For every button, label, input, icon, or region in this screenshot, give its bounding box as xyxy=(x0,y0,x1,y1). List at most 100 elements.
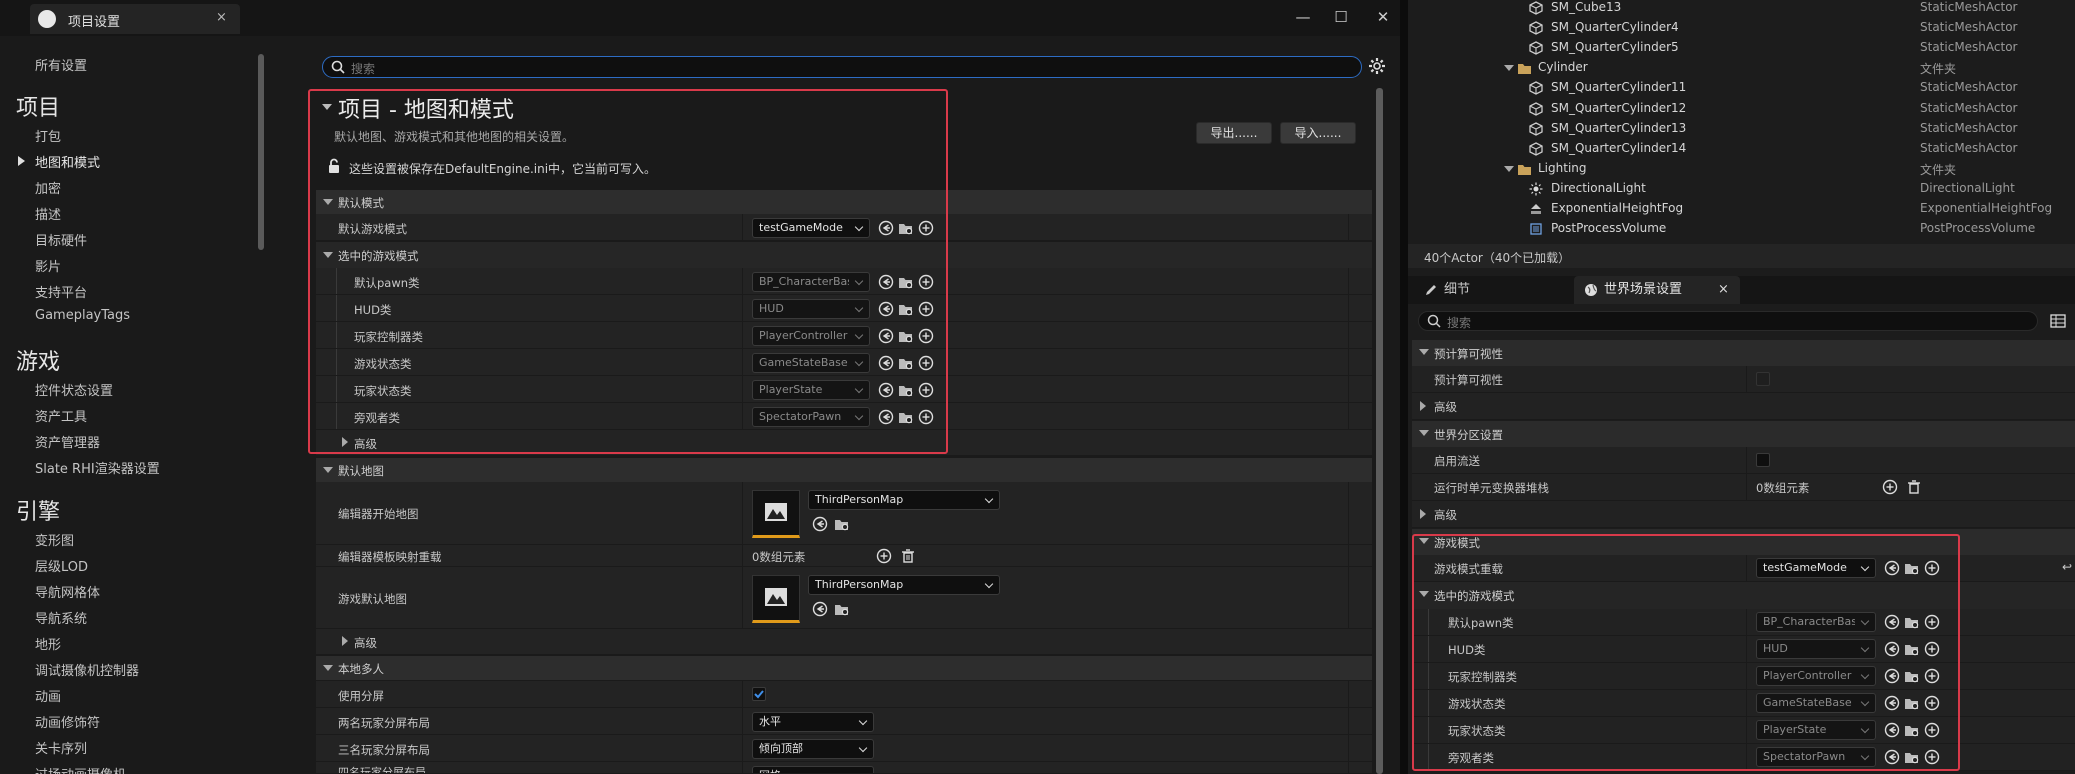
editor-startup-map-dropdown[interactable]: ThirdPersonMap xyxy=(808,490,1000,510)
subsection-selected-game-mode[interactable]: 选中的游戏模式 xyxy=(316,242,1372,268)
advanced-row[interactable]: 高级 xyxy=(316,629,1372,655)
maximize-button[interactable]: ☐ xyxy=(1326,6,1356,28)
use-selected-icon[interactable] xyxy=(1884,695,1900,711)
sidebar-item[interactable]: 地图和模式 xyxy=(35,152,100,171)
outliner-item[interactable]: SM_Cube13 StaticMeshActor xyxy=(1408,0,2075,18)
use-selected-icon[interactable] xyxy=(1884,668,1900,684)
sidebar-item[interactable]: 层级LOD xyxy=(35,556,88,575)
outliner-item[interactable]: SM_QuarterCylinder13 StaticMeshActor xyxy=(1408,119,2075,139)
browse-asset-icon[interactable] xyxy=(1904,749,1920,765)
use-selected-icon[interactable] xyxy=(878,382,894,398)
browse-asset-icon[interactable] xyxy=(898,328,914,344)
outliner-item[interactable]: SM_QuarterCylinder4 StaticMeshActor xyxy=(1408,18,2075,38)
class-dropdown[interactable]: BP_CharacterBase xyxy=(1756,612,1876,632)
collapse-caret-icon[interactable] xyxy=(323,252,333,258)
sidebar-item[interactable]: GameplayTags xyxy=(35,308,130,323)
browse-asset-icon[interactable] xyxy=(1904,560,1920,576)
use-selected-icon[interactable] xyxy=(878,220,894,236)
browse-asset-icon[interactable] xyxy=(1904,722,1920,738)
expand-caret-icon[interactable] xyxy=(1420,401,1426,411)
enable-streaming-checkbox[interactable] xyxy=(1756,453,1770,467)
browse-asset-icon[interactable] xyxy=(834,516,850,532)
use-selected-icon[interactable] xyxy=(878,355,894,371)
sidebar-item[interactable]: 资产工具 xyxy=(35,406,87,425)
close-window-button[interactable]: ✕ xyxy=(1368,6,1398,28)
class-dropdown[interactable]: SpectatorPawn xyxy=(1756,747,1876,767)
add-new-icon[interactable] xyxy=(918,301,934,317)
browse-asset-icon[interactable] xyxy=(898,355,914,371)
sidebar-item[interactable]: 目标硬件 xyxy=(35,230,87,249)
add-new-icon[interactable] xyxy=(1924,749,1940,765)
section-default-modes[interactable]: 默认模式 xyxy=(316,190,1372,214)
minimize-button[interactable]: — xyxy=(1288,6,1318,28)
use-selected-icon[interactable] xyxy=(812,601,828,617)
class-dropdown[interactable]: HUD xyxy=(1756,639,1876,659)
use-selected-icon[interactable] xyxy=(878,328,894,344)
details-search-input[interactable]: 搜索 xyxy=(1418,311,2038,331)
collapse-caret-icon[interactable] xyxy=(1504,165,1514,172)
import-button[interactable]: 导入...... xyxy=(1280,122,1356,144)
table-view-icon[interactable] xyxy=(2050,314,2066,328)
sidebar-item[interactable]: 影片 xyxy=(35,256,61,275)
outliner-item[interactable]: SM_QuarterCylinder14 StaticMeshActor xyxy=(1408,139,2075,159)
game-default-map-dropdown[interactable]: ThirdPersonMap xyxy=(808,575,1000,595)
collapse-caret-icon[interactable] xyxy=(1419,349,1429,355)
section-default-maps[interactable]: 默认地图 xyxy=(316,458,1372,482)
game-mode-override-dropdown[interactable]: testGameMode xyxy=(1756,558,1876,578)
default-game-mode-dropdown[interactable]: testGameMode xyxy=(752,218,870,238)
outliner-item[interactable]: SM_QuarterCylinder11 StaticMeshActor xyxy=(1408,78,2075,98)
sidebar-scrollbar[interactable] xyxy=(258,54,264,250)
browse-asset-icon[interactable] xyxy=(898,301,914,317)
section-precomputed-visibility[interactable]: 预计算可视性 xyxy=(1412,340,2075,366)
sidebar-item[interactable]: 变形图 xyxy=(35,530,74,549)
class-dropdown[interactable]: PlayerController xyxy=(1756,666,1876,686)
class-dropdown[interactable]: GameStateBase xyxy=(752,353,870,373)
trash-icon[interactable] xyxy=(900,548,916,564)
outliner-item[interactable]: Cylinder 文件夹 xyxy=(1408,58,2075,78)
collapse-caret-icon[interactable] xyxy=(1419,591,1429,597)
class-dropdown[interactable]: BP_CharacterBase xyxy=(752,272,870,292)
class-dropdown[interactable]: GameStateBase xyxy=(1756,693,1876,713)
expand-caret-icon[interactable] xyxy=(342,437,348,447)
outliner-item[interactable]: Lighting 文件夹 xyxy=(1408,159,2075,179)
collapse-caret-icon[interactable] xyxy=(1419,430,1429,436)
add-new-icon[interactable] xyxy=(918,220,934,236)
add-new-icon[interactable] xyxy=(1924,641,1940,657)
outliner-item[interactable]: PostProcessVolume PostProcessVolume xyxy=(1408,219,2075,239)
use-selected-icon[interactable] xyxy=(878,301,894,317)
use-selected-icon[interactable] xyxy=(1884,614,1900,630)
expand-caret-icon[interactable] xyxy=(342,636,348,646)
subsection-selected-game-mode[interactable]: 选中的游戏模式 xyxy=(1412,582,2075,609)
precomputed-visibility-checkbox[interactable] xyxy=(1756,372,1770,386)
expand-caret-icon[interactable] xyxy=(1420,509,1426,519)
use-selected-icon[interactable] xyxy=(1884,749,1900,765)
map-thumbnail[interactable] xyxy=(752,490,800,538)
add-element-icon[interactable] xyxy=(876,548,892,564)
tab-close-icon[interactable]: × xyxy=(1718,276,1729,304)
tab-details[interactable]: 细节 xyxy=(1416,276,1576,304)
sidebar-item[interactable]: 加密 xyxy=(35,178,61,197)
add-new-icon[interactable] xyxy=(918,355,934,371)
browse-asset-icon[interactable] xyxy=(898,382,914,398)
sidebar-item[interactable]: 动画 xyxy=(35,686,61,705)
use-selected-icon[interactable] xyxy=(1884,641,1900,657)
browse-asset-icon[interactable] xyxy=(898,274,914,290)
panel-divider[interactable] xyxy=(1400,0,1408,774)
sidebar-item[interactable]: 动画修饰符 xyxy=(35,712,100,731)
map-thumbnail[interactable] xyxy=(752,575,800,623)
two-player-layout-dropdown[interactable]: 水平 xyxy=(752,712,874,732)
sidebar-item[interactable]: Slate RHI渲染器设置 xyxy=(35,458,160,477)
browse-asset-icon[interactable] xyxy=(898,409,914,425)
outliner-item[interactable]: ExponentialHeightFog ExponentialHeightFog xyxy=(1408,199,2075,219)
trash-icon[interactable] xyxy=(1906,479,1922,495)
browse-asset-icon[interactable] xyxy=(834,601,850,617)
sidebar-item-all-settings[interactable]: 所有设置 xyxy=(35,55,87,74)
use-selected-icon[interactable] xyxy=(812,516,828,532)
outliner-item[interactable]: SM_QuarterCylinder12 StaticMeshActor xyxy=(1408,99,2075,119)
add-new-icon[interactable] xyxy=(918,328,934,344)
collapse-caret-icon[interactable] xyxy=(323,199,333,205)
settings-search-input[interactable]: 搜索 xyxy=(322,56,1362,78)
class-dropdown[interactable]: HUD xyxy=(752,299,870,319)
add-new-icon[interactable] xyxy=(918,409,934,425)
sidebar-item[interactable]: 支持平台 xyxy=(35,282,87,301)
